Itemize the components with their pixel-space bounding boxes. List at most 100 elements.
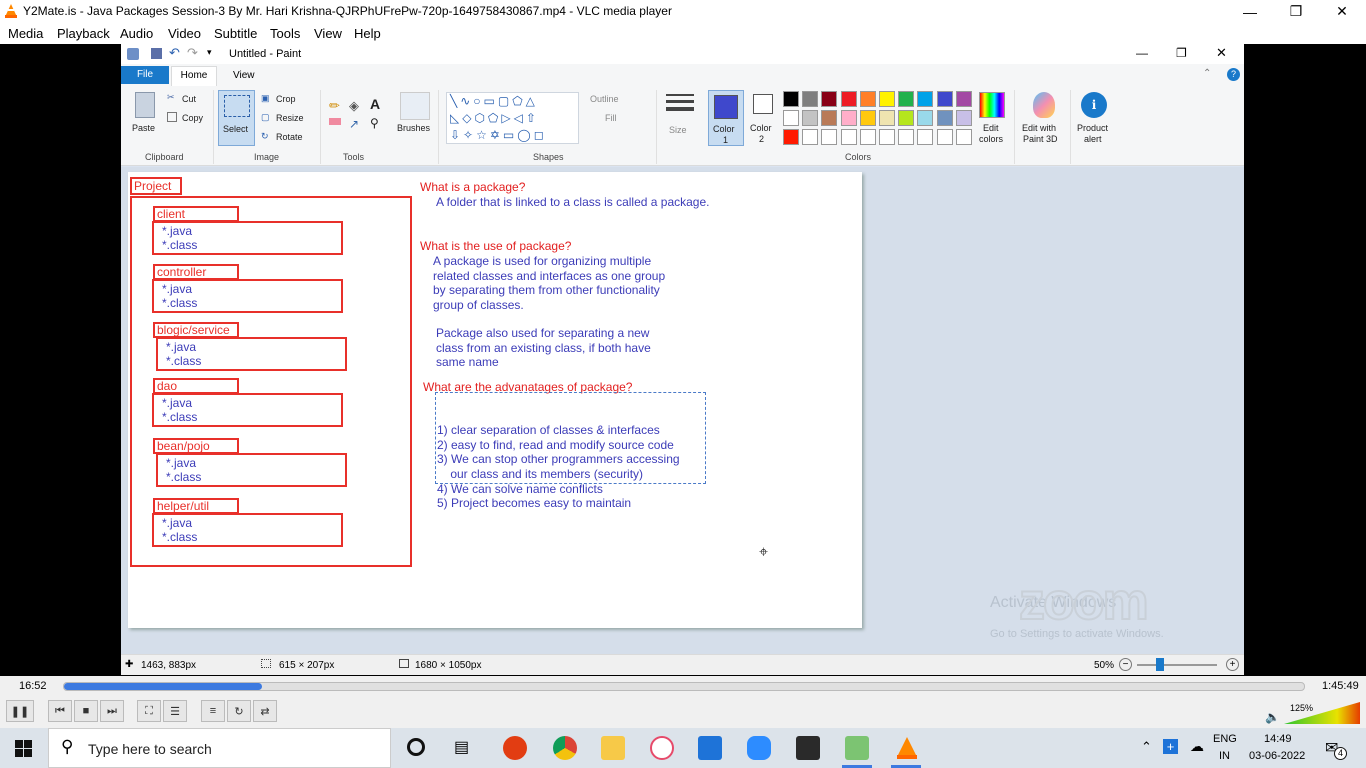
- menu-tools[interactable]: Tools: [270, 26, 300, 41]
- volume-slider[interactable]: [1284, 702, 1360, 724]
- rotate-button[interactable]: Rotate: [276, 132, 303, 142]
- palette-swatch[interactable]: [821, 129, 838, 145]
- minimize-button[interactable]: —: [1227, 0, 1273, 23]
- help-icon[interactable]: ?: [1227, 68, 1240, 81]
- zoom-slider[interactable]: [1137, 664, 1217, 666]
- edit-colors-icon[interactable]: [979, 92, 1005, 118]
- undo-icon[interactable]: ↶: [169, 45, 180, 61]
- palette-swatch[interactable]: [898, 91, 915, 107]
- palette-swatch[interactable]: [917, 110, 934, 126]
- edit-colors-label[interactable]: Edit: [983, 123, 999, 133]
- palette-swatch[interactable]: [936, 91, 953, 107]
- color2-swatch[interactable]: [753, 94, 773, 114]
- palette-swatch[interactable]: [859, 110, 876, 126]
- paint-taskbar-icon[interactable]: [845, 736, 869, 760]
- palette-swatch[interactable]: [879, 129, 895, 145]
- shapes-gallery[interactable]: ╲∿○▭▢⬠△ ◺◇⬡⬠▷◁⇧ ⇩✧☆✡▭◯◻: [446, 92, 579, 144]
- next-button[interactable]: ⏭: [100, 700, 124, 722]
- palette-swatch[interactable]: [821, 91, 838, 107]
- previous-button[interactable]: ⏮: [48, 700, 72, 722]
- menu-playback[interactable]: Playback: [57, 26, 110, 41]
- palette-swatch[interactable]: [783, 129, 799, 145]
- screen-recorder-icon[interactable]: [503, 736, 527, 760]
- shuffle-button[interactable]: ⇄: [253, 700, 277, 722]
- outline-button[interactable]: Outline: [590, 94, 619, 104]
- palette-swatch[interactable]: [783, 91, 799, 107]
- windows-start-icon[interactable]: [15, 740, 32, 757]
- copy-button[interactable]: Copy: [182, 113, 203, 123]
- extended-settings-button[interactable]: ☰: [163, 700, 187, 722]
- paint3d-icon[interactable]: [1033, 92, 1055, 118]
- palette-swatch[interactable]: [898, 110, 915, 126]
- collapse-ribbon-icon[interactable]: ⌃: [1203, 68, 1211, 79]
- add-icon[interactable]: +: [1163, 739, 1178, 754]
- palette-swatch[interactable]: [936, 129, 953, 145]
- palette-swatch[interactable]: [955, 110, 972, 126]
- zoom-slider-thumb[interactable]: [1156, 658, 1164, 671]
- paste-icon[interactable]: [135, 92, 155, 118]
- paint-close-button[interactable]: ✕: [1216, 45, 1227, 61]
- chrome-icon[interactable]: [553, 736, 577, 760]
- palette-swatch[interactable]: [840, 110, 857, 126]
- palette-swatch[interactable]: [802, 91, 819, 107]
- palette-swatch[interactable]: [802, 129, 819, 145]
- palette-swatch[interactable]: [802, 110, 819, 126]
- close-button[interactable]: ✕: [1319, 0, 1365, 23]
- palette-swatch[interactable]: [879, 110, 895, 126]
- palette-swatch[interactable]: [917, 129, 934, 145]
- tab-file[interactable]: File: [121, 66, 169, 84]
- fullscreen-button[interactable]: ⛶: [137, 700, 161, 722]
- task-view-icon[interactable]: ▤: [454, 737, 469, 757]
- stop-button[interactable]: ■: [74, 700, 98, 722]
- palette-swatch[interactable]: [936, 110, 953, 126]
- volume-icon[interactable]: 🔈: [1265, 710, 1280, 724]
- paint-maximize-button[interactable]: ❐: [1176, 46, 1187, 60]
- palette-swatch[interactable]: [840, 91, 857, 107]
- snipping-tool-icon[interactable]: [650, 736, 674, 760]
- color2-label[interactable]: Color: [750, 123, 772, 133]
- product-alert-icon[interactable]: i: [1081, 92, 1107, 118]
- text-tool-icon[interactable]: A: [370, 96, 380, 112]
- cortana-icon[interactable]: [407, 738, 425, 756]
- tab-view[interactable]: View: [233, 70, 255, 81]
- palette-swatch[interactable]: [955, 91, 972, 107]
- color1-button[interactable]: Color 1: [708, 90, 744, 146]
- language-in[interactable]: IN: [1219, 750, 1230, 762]
- palette-swatch[interactable]: [879, 91, 895, 107]
- select-button[interactable]: Select: [218, 90, 255, 146]
- maximize-button[interactable]: ❐: [1273, 0, 1319, 23]
- menu-audio[interactable]: Audio: [120, 26, 153, 41]
- fill-bucket-icon[interactable]: ◈: [349, 98, 359, 114]
- cut-button[interactable]: Cut: [182, 94, 196, 104]
- redo-icon[interactable]: ↷: [187, 45, 198, 61]
- loop-button[interactable]: ↻: [227, 700, 251, 722]
- palette-swatch[interactable]: [917, 91, 934, 107]
- menu-media[interactable]: Media: [8, 26, 43, 41]
- menu-view[interactable]: View: [314, 26, 342, 41]
- drawing-canvas[interactable]: Project client *.java *.class controller *.j…: [128, 172, 862, 628]
- edit-paint3d-label[interactable]: Edit with: [1022, 123, 1056, 133]
- save-icon[interactable]: [151, 48, 162, 59]
- language-eng[interactable]: ENG: [1213, 733, 1237, 745]
- seek-bar[interactable]: [63, 682, 1305, 691]
- clock-date[interactable]: 03-06-2022: [1249, 750, 1305, 762]
- paste-button[interactable]: Paste: [132, 123, 155, 133]
- resize-button[interactable]: Resize: [276, 113, 304, 123]
- color-picker-icon[interactable]: ↗: [349, 117, 359, 131]
- fill-button[interactable]: Fill: [605, 113, 617, 123]
- crop-button[interactable]: Crop: [276, 94, 296, 104]
- zoom-app-icon[interactable]: [747, 736, 771, 760]
- palette-swatch[interactable]: [898, 129, 915, 145]
- palette-swatch[interactable]: [840, 129, 857, 145]
- microsoft-store-icon[interactable]: [698, 736, 722, 760]
- brushes-icon[interactable]: [400, 92, 430, 120]
- brushes-button[interactable]: Brushes: [397, 123, 430, 133]
- palette-swatch[interactable]: [859, 129, 876, 145]
- pencil-icon[interactable]: ✏: [329, 98, 340, 114]
- tab-home[interactable]: Home: [171, 66, 217, 86]
- playlist-button[interactable]: ≡: [201, 700, 225, 722]
- menu-help[interactable]: Help: [354, 26, 381, 41]
- taskbar-search-box[interactable]: ⚲ Type here to search: [48, 728, 391, 768]
- quick-access-dropdown-icon[interactable]: ▾: [207, 47, 212, 58]
- eraser-icon[interactable]: [329, 118, 341, 125]
